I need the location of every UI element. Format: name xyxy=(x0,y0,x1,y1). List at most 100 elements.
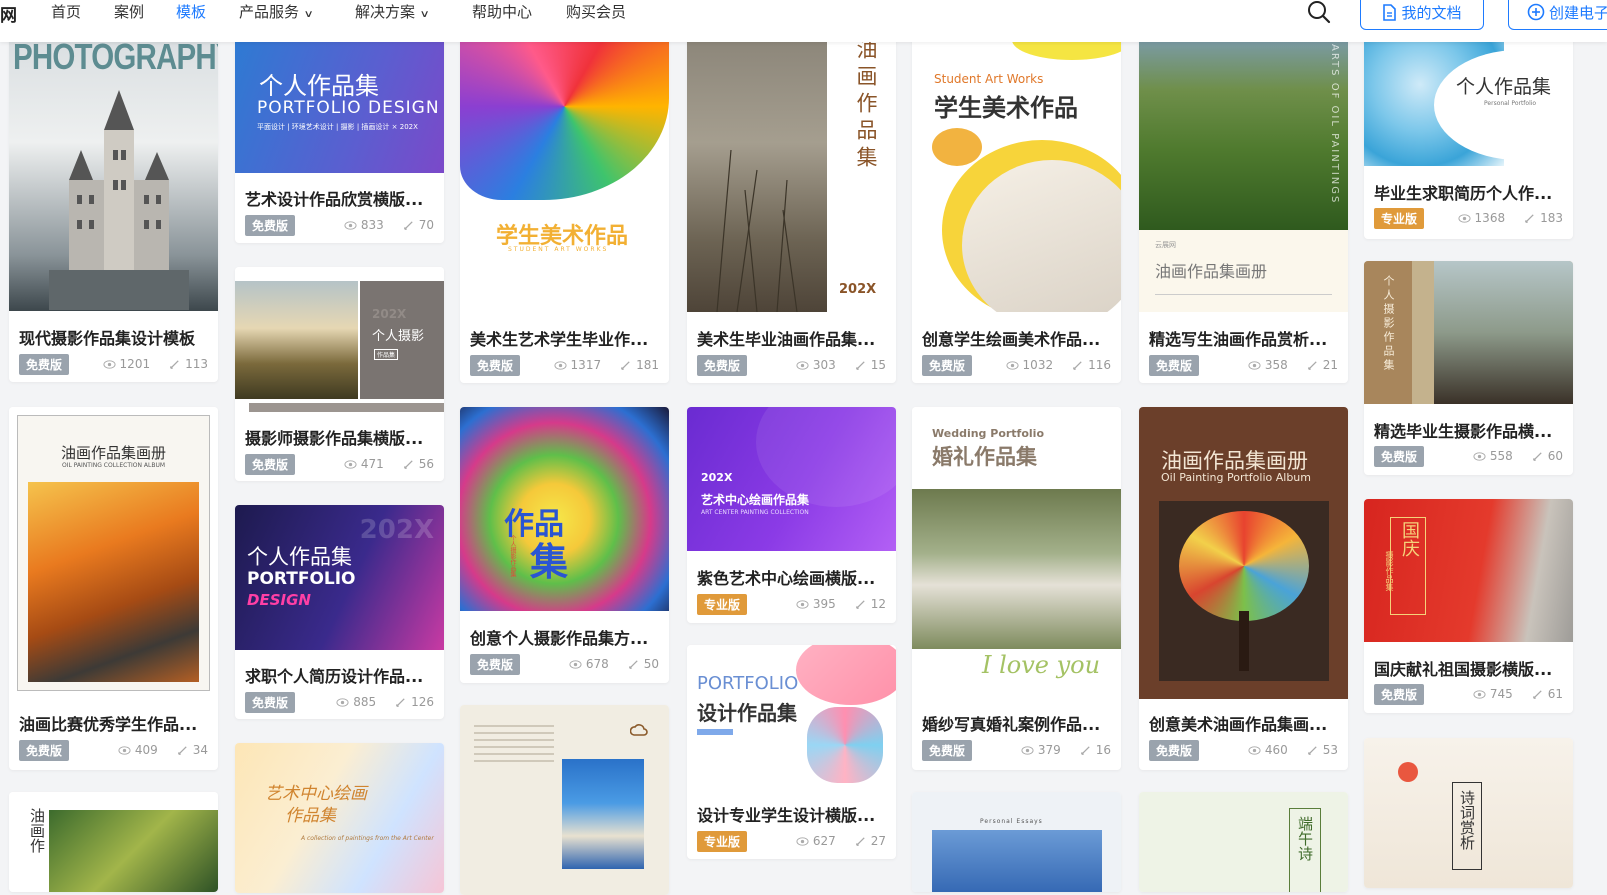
template-card[interactable]: PHOTOGRAPHY 现代摄影作品集设计模板 免费版 1201 113 xyxy=(9,30,218,382)
template-title[interactable]: 美术生艺术学生毕业作... xyxy=(470,326,660,350)
template-card[interactable]: Personal Essays xyxy=(912,792,1121,892)
template-stats: 471 56 xyxy=(344,457,434,471)
template-title[interactable]: 毕业生求职简历个人作... xyxy=(1374,180,1564,204)
template-title[interactable]: 紫色艺术中心绘画横版... xyxy=(697,565,887,589)
template-stats: 833 70 xyxy=(344,218,434,232)
nav-home[interactable]: 首页 xyxy=(51,1,81,22)
template-thumbnail[interactable]: 艺术中心绘画 作品集 A collection of paintings fro… xyxy=(235,743,444,893)
template-title[interactable]: 求职个人简历设计作品... xyxy=(245,663,435,687)
template-title[interactable]: 精选写生油画作品赏析... xyxy=(1149,326,1339,350)
template-card[interactable]: 个人作品集 PORTFOLIO DESIGN 平面设计 | 环境艺术设计 | 摄… xyxy=(235,30,444,243)
nav-templates[interactable]: 模板 xyxy=(176,1,206,22)
template-title[interactable]: 美术生毕业油画作品集... xyxy=(697,326,887,350)
template-meta: 专业版 395 12 xyxy=(697,593,886,615)
template-thumbnail[interactable]: 个人摄影作品集 xyxy=(1364,261,1573,404)
free-badge: 免费版 xyxy=(1374,445,1425,467)
template-thumbnail[interactable]: Student Art Works 学生美术作品 xyxy=(912,30,1121,312)
view-count: 1368 xyxy=(1474,211,1506,225)
template-card[interactable]: PORTFOLIO 设计作品集 设计专业学生设计横版... 专业版 627 27 xyxy=(687,645,896,859)
template-title[interactable]: 国庆献礼祖国摄影横版... xyxy=(1374,656,1564,680)
use-icon xyxy=(403,220,413,230)
my-documents-button[interactable]: 我的文档 xyxy=(1360,0,1484,30)
template-card[interactable]: ARTS OF OIL PAINTINGS 云展网 油画作品集画册 精选写生油画… xyxy=(1139,30,1348,383)
template-thumbnail[interactable]: 学生美术作品 STUDENT ART WORKS xyxy=(460,30,669,312)
template-card[interactable]: 诗词赏析 xyxy=(1364,738,1573,888)
template-card[interactable]: 油画作品集画册 OIL PAINTING COLLECTION ALBUM 油画… xyxy=(9,407,218,770)
view-count: 558 xyxy=(1489,449,1513,463)
template-thumbnail[interactable]: 油画作品集 202X xyxy=(687,30,896,312)
eye-icon xyxy=(118,745,131,755)
template-thumbnail[interactable]: 油画作品集画册 Oil Painting Portfolio Album xyxy=(1139,407,1348,699)
template-card[interactable]: 作品 集 个人摄影作品集 创意个人摄影作品集方... 免费版 678 50 xyxy=(460,407,669,683)
template-thumbnail[interactable]: 油画作 xyxy=(9,792,218,892)
template-card[interactable]: 端午诗 xyxy=(1139,792,1348,892)
template-thumbnail[interactable]: 作品 集 个人摄影作品集 xyxy=(460,407,669,611)
template-card[interactable]: 个人摄影作品集 精选毕业生摄影作品横... 免费版 558 60 xyxy=(1364,261,1573,475)
template-card[interactable]: 202X 艺术中心绘画作品集 ART CENTER PAINTING COLLE… xyxy=(687,407,896,623)
template-card[interactable]: 艺术中心绘画 作品集 A collection of paintings fro… xyxy=(235,743,444,893)
nav-buy-vip[interactable]: 购买会员 xyxy=(566,1,626,22)
template-thumbnail[interactable]: ARTS OF OIL PAINTINGS 云展网 油画作品集画册 xyxy=(1139,30,1348,312)
template-thumbnail[interactable]: 202X 艺术中心绘画作品集 ART CENTER PAINTING COLLE… xyxy=(687,407,896,551)
free-badge: 免费版 xyxy=(470,653,521,675)
template-meta: 专业版 627 27 xyxy=(697,830,886,852)
template-thumbnail[interactable]: 国庆 摄影作品集 xyxy=(1364,499,1573,642)
nav-products[interactable]: 产品服务 ∨ xyxy=(239,1,314,22)
template-stats: 1032 116 xyxy=(1006,358,1111,372)
template-thumbnail[interactable]: 诗词赏析 xyxy=(1364,738,1573,888)
template-thumbnail[interactable] xyxy=(460,705,669,895)
template-thumbnail[interactable]: 202X 个人作品集 PORTFOLIO DESIGN xyxy=(235,505,444,650)
create-button[interactable]: 创建电子 xyxy=(1508,0,1607,30)
template-title[interactable]: 创意个人摄影作品集方... xyxy=(470,625,660,649)
use-icon xyxy=(403,459,413,469)
template-thumbnail[interactable]: Personal Essays xyxy=(912,792,1121,892)
nav-cases[interactable]: 案例 xyxy=(114,1,144,22)
template-stats: 745 61 xyxy=(1473,687,1563,701)
thumb-subtitle: 集 xyxy=(530,540,569,584)
template-card[interactable]: 学生美术作品 STUDENT ART WORKS 美术生艺术学生毕业作... 免… xyxy=(460,30,669,383)
template-card[interactable]: 202X 个人作品集 PORTFOLIO DESIGN 求职个人简历设计作品..… xyxy=(235,505,444,719)
template-title[interactable]: 现代摄影作品集设计模板 xyxy=(19,325,209,349)
template-card[interactable]: 油画作 xyxy=(9,792,218,892)
free-badge: 免费版 xyxy=(245,453,296,475)
thumb-subtitle: 摄影作品集 xyxy=(1385,551,1394,591)
template-card[interactable]: 国庆 摄影作品集 国庆献礼祖国摄影横版... 免费版 745 61 xyxy=(1364,499,1573,713)
template-card[interactable] xyxy=(460,705,669,895)
template-card[interactable]: 油画作品集画册 Oil Painting Portfolio Album 创意美… xyxy=(1139,407,1348,770)
free-badge: 免费版 xyxy=(922,739,973,761)
site-logo[interactable]: 网 xyxy=(0,1,17,26)
template-thumbnail[interactable]: PORTFOLIO 设计作品集 xyxy=(687,645,896,788)
template-thumbnail[interactable]: 端午诗 xyxy=(1139,792,1348,892)
template-title[interactable]: 创意学生绘画美术作品... xyxy=(922,326,1112,350)
template-stats: 303 15 xyxy=(796,358,886,372)
template-thumbnail[interactable]: 个人作品集 Personal Portfolio xyxy=(1364,30,1573,166)
template-title[interactable]: 摄影师摄影作品集横版... xyxy=(245,425,435,449)
free-badge: 免费版 xyxy=(470,354,521,376)
template-card[interactable]: 个人作品集 Personal Portfolio 毕业生求职简历个人作... 专… xyxy=(1364,30,1573,239)
template-title[interactable]: 艺术设计作品欣赏横版... xyxy=(245,186,435,210)
template-title[interactable]: 创意美术油画作品集画... xyxy=(1149,711,1339,735)
template-card[interactable]: Wedding Portfolio 婚礼作品集 I love you 婚纱写真婚… xyxy=(912,407,1121,770)
template-title[interactable]: 油画比赛优秀学生作品... xyxy=(19,711,209,735)
use-count: 116 xyxy=(1088,358,1111,372)
template-thumbnail[interactable]: 个人作品集 PORTFOLIO DESIGN 平面设计 | 环境艺术设计 | 摄… xyxy=(235,30,444,173)
nav-solutions[interactable]: 解决方案 ∨ xyxy=(355,1,430,22)
template-title[interactable]: 设计专业学生设计横版... xyxy=(697,802,887,826)
template-card[interactable]: 油画作品集 202X 美术生毕业油画作品集... 免费版 303 15 xyxy=(687,30,896,383)
thumb-subtitle: Personal Portfolio xyxy=(1484,100,1537,107)
template-thumbnail[interactable]: Wedding Portfolio 婚礼作品集 I love you xyxy=(912,407,1121,699)
eye-icon xyxy=(1473,451,1486,461)
eye-icon xyxy=(103,359,116,369)
search-icon[interactable] xyxy=(1306,0,1332,26)
nav-help[interactable]: 帮助中心 xyxy=(472,1,532,22)
thumb-caption: 平面设计 | 环境艺术设计 | 摄影 | 插画设计 × 202X xyxy=(257,123,418,131)
template-title[interactable]: 婚纱写真婚礼案例作品... xyxy=(922,711,1112,735)
template-thumbnail[interactable]: 油画作品集画册 OIL PAINTING COLLECTION ALBUM xyxy=(9,407,218,699)
template-thumbnail[interactable]: PHOTOGRAPHY xyxy=(9,30,218,311)
document-icon xyxy=(1383,3,1397,21)
template-meta: 专业版 1368 183 xyxy=(1374,207,1563,229)
template-card[interactable]: 202X 个人摄影 作品集 摄影师摄影作品集横版... 免费版 471 56 xyxy=(235,267,444,481)
template-thumbnail[interactable]: 202X 个人摄影 作品集 xyxy=(235,267,444,412)
template-title[interactable]: 精选毕业生摄影作品横... xyxy=(1374,418,1564,442)
template-card[interactable]: Student Art Works 学生美术作品 创意学生绘画美术作品... 免… xyxy=(912,30,1121,383)
